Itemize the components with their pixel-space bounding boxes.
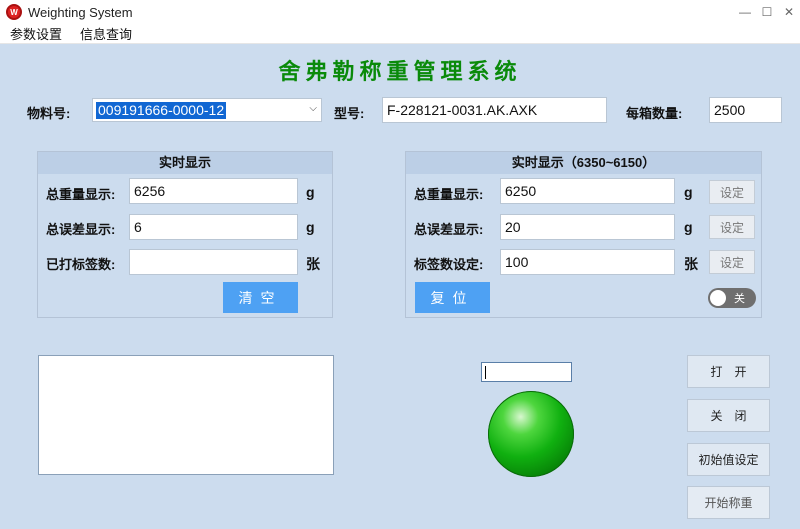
model-label: 型号: [334,106,365,121]
total-error-unit: g [306,219,315,235]
set-error-label: 总误差显示: [414,222,484,237]
close-button[interactable]: 关闭 [687,399,770,432]
menu-item-settings[interactable]: 参数设置 [0,24,70,43]
material-label: 物料号: [27,106,71,121]
open-button[interactable]: 打开 [687,355,770,388]
menu-bar: 参数设置 信息查询 [0,24,800,44]
box-qty-field[interactable]: 2500 [709,97,782,123]
power-toggle[interactable]: 关 [708,288,756,308]
printed-labels-field[interactable] [129,249,298,275]
title-bar: W Weighting System — ☐ ✕ [0,0,800,24]
total-weight-unit: g [306,184,315,200]
set-weight-unit: g [684,184,693,200]
total-weight-label: 总重量显示: [46,187,116,202]
app-logo-icon: W [6,4,22,20]
close-icon[interactable]: ✕ [778,0,800,24]
total-error-field[interactable]: 6 [129,214,298,240]
label-count-label: 标签数设定: [414,257,484,272]
box-qty-label: 每箱数量: [626,106,683,121]
window-title: Weighting System [28,4,133,20]
label-count-field[interactable]: 100 [500,249,675,275]
text-caret [485,366,486,379]
initial-value-button[interactable]: 初始值设定 [687,443,770,476]
printed-labels-unit: 张 [306,256,320,272]
minimize-icon[interactable]: — [734,0,756,24]
set-label-count-button[interactable]: 设定 [709,250,755,274]
set-error-unit: g [684,219,693,235]
set-error-button[interactable]: 设定 [709,215,755,239]
set-weight-label: 总重量显示: [414,187,484,202]
set-error-field[interactable]: 20 [500,214,675,240]
set-weight-field[interactable]: 6250 [500,178,675,204]
window-controls: — ☐ ✕ [734,0,800,24]
log-textarea[interactable] [38,355,334,475]
chevron-down-icon[interactable]: ⌵ [309,103,317,114]
page-title: 舍弗勒称重管理系统 [278,59,522,84]
panel-header-right: 实时显示（6350~6150） [406,152,761,174]
printed-labels-label: 已打标签数: [46,257,116,272]
total-weight-field[interactable]: 6256 [129,178,298,204]
set-weight-button[interactable]: 设定 [709,180,755,204]
status-lamp-icon [488,391,574,477]
material-select[interactable]: 009191666-0000-12 ⌵ [92,98,322,122]
panel-header-left: 实时显示 [38,152,332,174]
start-weighing-button[interactable]: 开始称重 [687,486,770,519]
reset-button[interactable]: 复位 [415,282,490,313]
toggle-label: 关 [734,293,745,305]
maximize-icon[interactable]: ☐ [756,0,778,24]
toggle-knob [710,290,726,306]
label-count-unit: 张 [684,256,698,272]
total-error-label: 总误差显示: [46,222,116,237]
model-field[interactable]: F-228121-0031.AK.AXK [382,97,607,123]
clear-button[interactable]: 清空 [223,282,298,313]
material-value: 009191666-0000-12 [96,102,227,119]
menu-item-query[interactable]: 信息查询 [70,24,140,43]
scan-input[interactable] [481,362,572,382]
